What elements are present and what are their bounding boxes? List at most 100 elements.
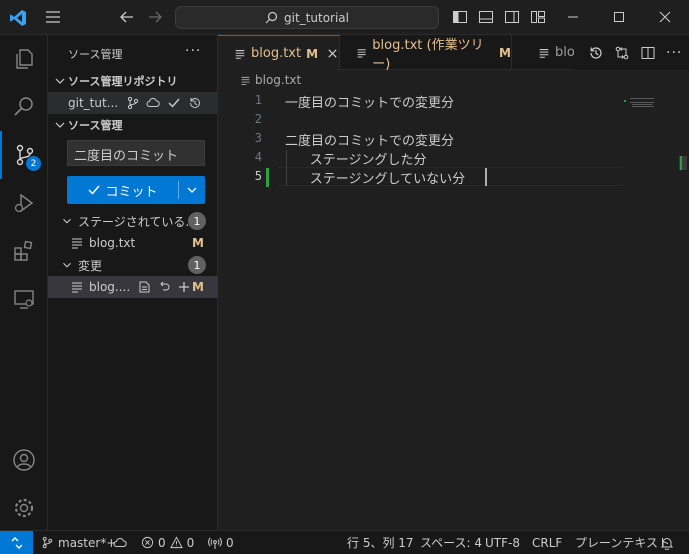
indent-guide [286, 150, 287, 186]
chevron-down-icon [55, 122, 65, 128]
code-line: 二度目のコミットでの変更分 [285, 134, 455, 149]
discard-changes-icon[interactable] [157, 280, 171, 294]
modified-line-indicator [266, 168, 269, 187]
problems-status[interactable]: 0 0 [141, 531, 194, 554]
sync-cloud-icon [113, 537, 127, 547]
changes-group[interactable]: 変更 1 [48, 254, 218, 276]
arrow-left-icon[interactable] [118, 9, 136, 25]
more-actions-icon[interactable]: ··· [666, 45, 682, 61]
changes-file-row[interactable]: blog.... M [48, 276, 218, 298]
source-control-button[interactable]: 2 [0, 131, 48, 179]
commit-message-input[interactable]: 二度目のコミット [67, 140, 205, 166]
command-center-search[interactable]: git_tutorial [175, 6, 439, 29]
eol-status[interactable]: CRLF [532, 531, 562, 554]
search-button[interactable] [0, 83, 48, 131]
repositories-section-header[interactable]: ソース管理リポジトリ [48, 70, 218, 92]
source-control-section-header[interactable]: ソース管理 [48, 114, 218, 136]
warning-count: 0 [186, 535, 195, 550]
staged-count-badge: 1 [188, 212, 206, 230]
customize-layout-icon[interactable] [530, 9, 546, 25]
staged-changes-group[interactable]: ステージされている... 1 [48, 210, 218, 232]
text-file-icon [241, 76, 250, 85]
chevron-down-icon [187, 187, 197, 193]
compare-changes-icon[interactable] [614, 45, 630, 61]
remote-explorer-button[interactable] [0, 275, 48, 323]
commit-button[interactable]: コミット [67, 181, 178, 200]
text-cursor [485, 168, 487, 186]
sync-status[interactable] [113, 531, 127, 554]
source-control-label: ソース管理 [68, 119, 123, 132]
editor-actions: ··· [574, 35, 689, 70]
commit-button-label: コミット [105, 184, 158, 200]
cursor-position[interactable]: 行 5、列 17 [347, 531, 414, 554]
changes-label: 変更 [78, 258, 103, 273]
language-mode-status[interactable]: プレーンテキスト [575, 531, 670, 554]
check-icon [88, 185, 101, 195]
text-file-icon [235, 49, 245, 59]
arrow-right-icon[interactable] [146, 9, 164, 25]
staged-file-name: blog.txt [89, 236, 136, 250]
stage-changes-icon[interactable] [177, 280, 191, 294]
encoding-status[interactable]: UTF-8 [485, 531, 520, 554]
line-number: 3 [254, 131, 262, 145]
extensions-button[interactable] [0, 227, 48, 275]
open-file-icon[interactable] [137, 280, 151, 294]
line-number: 2 [254, 112, 262, 126]
changes-file-status: M [192, 280, 204, 294]
tab-blog-txt-working-tree[interactable]: blog.txt (作業ツリー) M [340, 35, 512, 72]
split-editor-icon[interactable] [640, 45, 656, 61]
toggle-primary-sidebar-icon[interactable] [452, 9, 468, 25]
menu-icon[interactable] [44, 9, 62, 25]
run-debug-button[interactable] [0, 179, 48, 227]
line-number: 1 [254, 93, 262, 107]
history-icon[interactable] [588, 45, 604, 61]
tab-status: M [306, 46, 319, 61]
breadcrumb[interactable]: blog.txt [240, 73, 301, 87]
bell-icon [660, 537, 674, 550]
error-icon [141, 536, 154, 549]
minimap[interactable] [630, 98, 656, 112]
branch-icon[interactable] [126, 96, 140, 110]
sync-cloud-icon[interactable] [146, 96, 160, 110]
chevron-down-icon [63, 262, 71, 268]
ports-status[interactable]: 0 [208, 531, 234, 554]
tab-blo[interactable]: blo [512, 35, 582, 70]
text-file-icon [357, 48, 366, 58]
accounts-button[interactable] [0, 436, 48, 484]
tab-blog-txt[interactable]: blog.txt M [218, 35, 340, 71]
commit-dropdown-button[interactable] [179, 183, 205, 197]
indentation-status[interactable]: スペース: 4 [420, 531, 482, 554]
history-icon[interactable] [188, 96, 202, 110]
toggle-panel-icon[interactable] [478, 9, 494, 25]
title-bar: git_tutorial [0, 0, 689, 35]
toggle-secondary-sidebar-icon[interactable] [504, 9, 520, 25]
search-icon [14, 97, 33, 116]
repository-row[interactable]: git_tut... [48, 92, 218, 114]
more-actions-button[interactable]: ··· [185, 43, 201, 59]
account-icon [13, 449, 35, 471]
remote-indicator-button[interactable] [0, 531, 33, 554]
manage-button[interactable] [0, 484, 48, 532]
explorer-button[interactable] [0, 35, 48, 83]
check-icon[interactable] [167, 96, 181, 110]
minimize-icon[interactable] [566, 10, 580, 24]
tab-label: blog.txt (作業ツリー) [372, 37, 484, 72]
commit-button-group: コミット [67, 176, 205, 204]
vscode-logo-icon [10, 10, 26, 26]
editor[interactable]: 1 一度目のコミットでの変更分 2 3 二度目のコミットでの変更分 4 ステージ… [218, 90, 689, 530]
notifications-button[interactable] [660, 531, 674, 554]
branch-status[interactable]: master*+ [41, 531, 116, 554]
repositories-label: ソース管理リポジトリ [68, 75, 178, 88]
code-line: ステージングした分 [285, 153, 427, 168]
maximize-icon[interactable] [612, 10, 626, 24]
close-icon[interactable] [327, 48, 338, 59]
gear-icon [14, 498, 34, 518]
scrollbar-change-marker [680, 156, 682, 170]
branch-name: master*+ [58, 535, 117, 550]
staged-file-row[interactable]: blog.txt M [48, 232, 218, 254]
minimap-change-marker [624, 100, 626, 102]
search-label: git_tutorial [284, 10, 349, 25]
chevron-down-icon [55, 78, 65, 84]
close-window-icon[interactable] [658, 10, 672, 24]
run-debug-icon [14, 193, 34, 213]
